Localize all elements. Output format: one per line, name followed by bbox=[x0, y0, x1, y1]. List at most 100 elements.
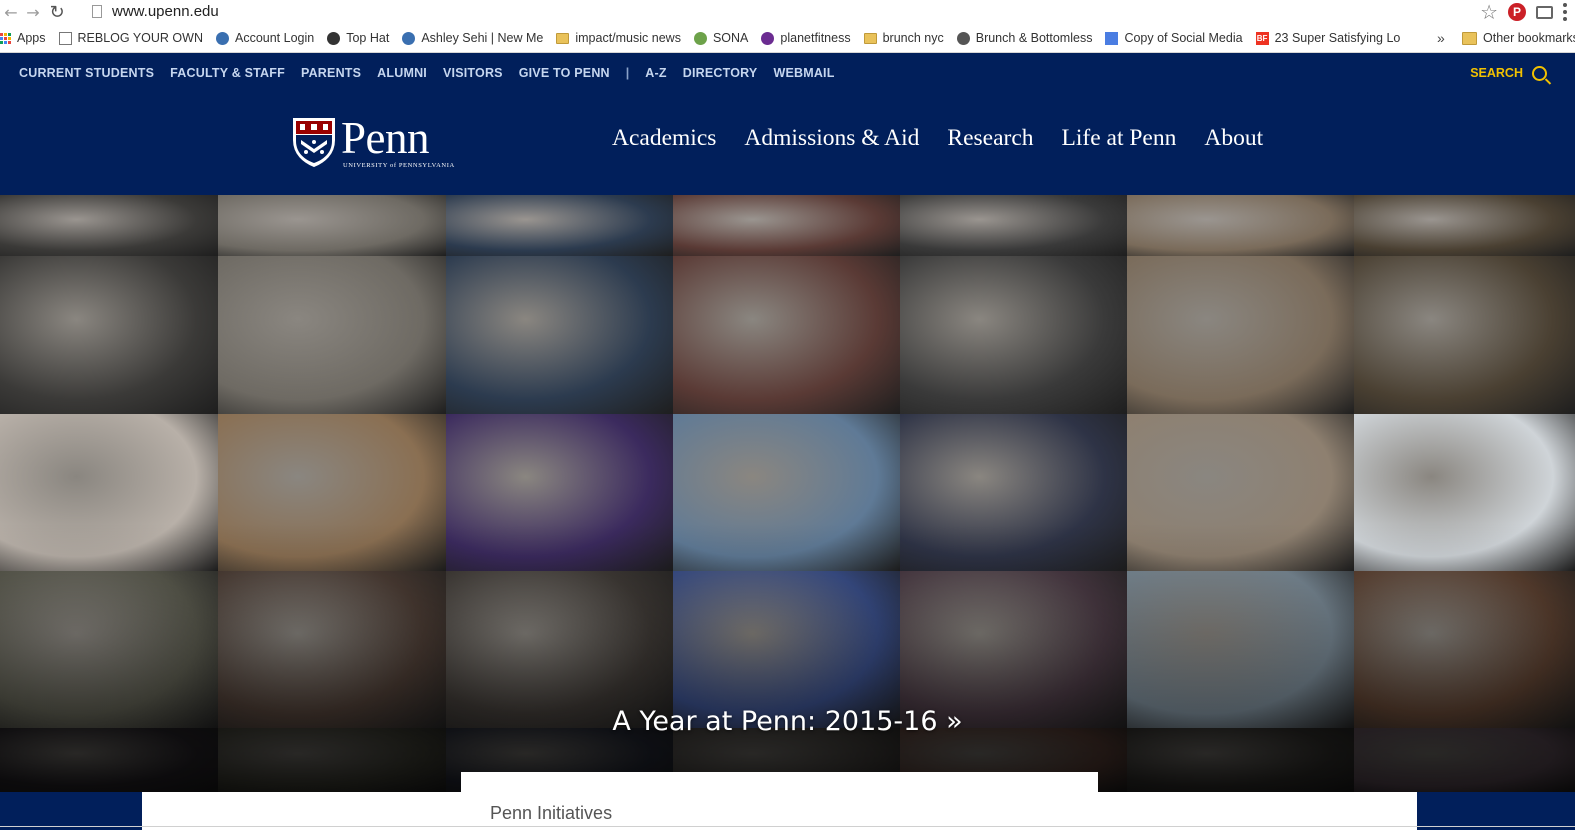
main-nav-item[interactable]: Admissions & Aid bbox=[744, 125, 919, 152]
hero-photo-tile bbox=[446, 195, 673, 256]
pinterest-icon[interactable]: P bbox=[1508, 3, 1526, 21]
utility-link[interactable]: DIRECTORY bbox=[683, 66, 758, 80]
hero-photo-tile bbox=[900, 571, 1127, 728]
hero-photo-tile bbox=[446, 256, 673, 414]
bookmark-label: brunch nyc bbox=[882, 31, 944, 45]
cast-icon[interactable] bbox=[1536, 5, 1553, 19]
penn-logo[interactable]: Penn UNIVERSITY of PENNSYLVANIA bbox=[291, 116, 455, 169]
hero-photo-tile bbox=[1127, 728, 1354, 792]
main-nav: Academics Admissions & Aid Research Life at… bbox=[612, 125, 1291, 152]
utility-link[interactable]: GIVE TO PENN bbox=[519, 66, 610, 80]
globe-icon bbox=[402, 31, 416, 45]
bookmark-label: 23 Super Satisfying Lo bbox=[1274, 31, 1401, 45]
url-text[interactable]: www.upenn.edu bbox=[112, 3, 219, 20]
hero-photo-tile bbox=[1354, 728, 1575, 792]
bookmark-item[interactable]: brunch nyc bbox=[863, 31, 944, 45]
utility-link[interactable]: PARENTS bbox=[301, 66, 361, 80]
bookmark-label: SONA bbox=[712, 31, 749, 45]
utility-link[interactable]: A-Z bbox=[645, 66, 666, 80]
bookmark-label: impact/music news bbox=[575, 31, 681, 45]
hero-photo-tile bbox=[1354, 256, 1575, 414]
main-nav-item[interactable]: About bbox=[1204, 125, 1263, 152]
other-bookmarks-label: Other bookmarks bbox=[1483, 31, 1575, 45]
bookmark-item[interactable]: Copy of Social Media bbox=[1105, 31, 1243, 45]
hero-photo-tile bbox=[673, 414, 900, 571]
hero-photo-tile bbox=[900, 195, 1127, 256]
bookmarks-bar: Apps REBLOG YOUR OWN Account Login Top Hat A… bbox=[0, 24, 1575, 53]
hero-photo-tile bbox=[218, 256, 446, 414]
bookmark-item[interactable]: SONA bbox=[693, 31, 749, 45]
bookmark-label: Copy of Social Media bbox=[1124, 31, 1243, 45]
utility-link[interactable]: ALUMNI bbox=[377, 66, 427, 80]
bookmarks-overflow-chevron[interactable]: » bbox=[1437, 30, 1445, 46]
bookmark-star-icon[interactable]: ☆ bbox=[1480, 0, 1498, 24]
hero-photo-tile bbox=[0, 728, 218, 792]
hero-photo-tile bbox=[900, 256, 1127, 414]
bookmark-item[interactable]: BF 23 Super Satisfying Lo bbox=[1255, 31, 1401, 45]
initiatives-title: Penn Initiatives bbox=[490, 803, 613, 823]
hero-photo-tile bbox=[1354, 414, 1575, 571]
search-button[interactable]: SEARCH bbox=[1470, 65, 1547, 81]
bookmark-label: REBLOG YOUR OWN bbox=[77, 31, 203, 45]
logo-subtitle: UNIVERSITY of PENNSYLVANIA bbox=[343, 162, 455, 169]
bookmark-label: Account Login bbox=[234, 31, 315, 45]
forward-arrow-icon[interactable]: → bbox=[22, 1, 44, 23]
utility-link[interactable]: VISITORS bbox=[443, 66, 503, 80]
hero-photo-tile bbox=[673, 256, 900, 414]
sona-icon bbox=[693, 31, 707, 45]
bookmark-item[interactable]: Ashley Sehi | New Me bbox=[402, 31, 543, 45]
page-icon bbox=[92, 4, 102, 18]
hero-photo-tile bbox=[900, 414, 1127, 571]
initiatives-card: Penn Initiatives bbox=[461, 772, 1098, 830]
bookmark-item[interactable]: impact/music news bbox=[556, 31, 681, 45]
hero-caption-link[interactable]: A Year at Penn: 2015-16 » bbox=[0, 706, 1575, 737]
hero-photo-tile bbox=[0, 256, 218, 414]
hero-photo-tile bbox=[218, 571, 446, 728]
other-bookmarks[interactable]: Other bookmarks bbox=[1462, 31, 1575, 45]
bookmark-label: Apps bbox=[17, 31, 46, 45]
bookmark-label: Ashley Sehi | New Me bbox=[421, 31, 544, 45]
bookmark-item[interactable]: REBLOG YOUR OWN bbox=[58, 31, 203, 45]
url-field[interactable]: www.upenn.edu bbox=[86, 0, 1486, 22]
reload-icon[interactable]: ↻ bbox=[46, 1, 68, 23]
hero-photo-tile bbox=[218, 195, 446, 256]
page-icon bbox=[58, 31, 72, 45]
hero-photo-tile bbox=[0, 195, 218, 256]
site-header: Penn UNIVERSITY of PENNSYLVANIA Academic… bbox=[0, 93, 1575, 195]
hero-photo-tile bbox=[1354, 195, 1575, 256]
search-label: SEARCH bbox=[1470, 66, 1523, 80]
bookmark-item[interactable]: Brunch & Bottomless bbox=[956, 31, 1092, 45]
utility-link[interactable]: FACULTY & STAFF bbox=[170, 66, 285, 80]
bookmark-item[interactable]: Account Login bbox=[215, 31, 315, 45]
globe-icon bbox=[215, 31, 229, 45]
browser-menu-icon[interactable] bbox=[1563, 3, 1567, 21]
hero-photo-tile bbox=[673, 571, 900, 728]
site-icon bbox=[956, 31, 970, 45]
utility-link[interactable]: CURRENT STUDENTS bbox=[19, 66, 154, 80]
main-nav-item[interactable]: Life at Penn bbox=[1062, 125, 1177, 152]
bookmark-item[interactable]: Top Hat bbox=[327, 31, 389, 45]
logo-wordmark: Penn bbox=[341, 113, 429, 163]
search-icon bbox=[1532, 65, 1547, 81]
bookmark-item[interactable]: Apps bbox=[0, 31, 46, 45]
main-nav-item[interactable]: Research bbox=[947, 125, 1033, 152]
buzzfeed-icon: BF bbox=[1255, 31, 1269, 45]
hero-photo-tile bbox=[218, 414, 446, 571]
utility-link[interactable]: WEBMAIL bbox=[773, 66, 834, 80]
back-arrow-icon[interactable]: ← bbox=[0, 1, 22, 23]
browser-address-bar: ← → ↻ www.upenn.edu ☆ P bbox=[0, 0, 1575, 24]
penn-shield-icon bbox=[293, 118, 335, 168]
hero-photo-mosaic[interactable]: A Year at Penn: 2015-16 » bbox=[0, 195, 1575, 792]
utility-nav: CURRENT STUDENTS FACULTY & STAFF PARENTS AL… bbox=[0, 53, 1575, 93]
bookmark-label: planetfitness bbox=[780, 31, 851, 45]
hero-photo-tile bbox=[446, 414, 673, 571]
folder-icon bbox=[556, 32, 570, 44]
hero-photo-tile bbox=[1127, 414, 1354, 571]
bottom-divider bbox=[0, 826, 1575, 827]
hero-photo-tile bbox=[446, 571, 673, 728]
main-nav-item[interactable]: Academics bbox=[612, 125, 716, 152]
hero-photo-tile bbox=[1127, 195, 1354, 256]
tophat-icon bbox=[327, 31, 341, 45]
bookmark-item[interactable]: planetfitness bbox=[761, 31, 851, 45]
hero-photo-tile bbox=[0, 571, 218, 728]
